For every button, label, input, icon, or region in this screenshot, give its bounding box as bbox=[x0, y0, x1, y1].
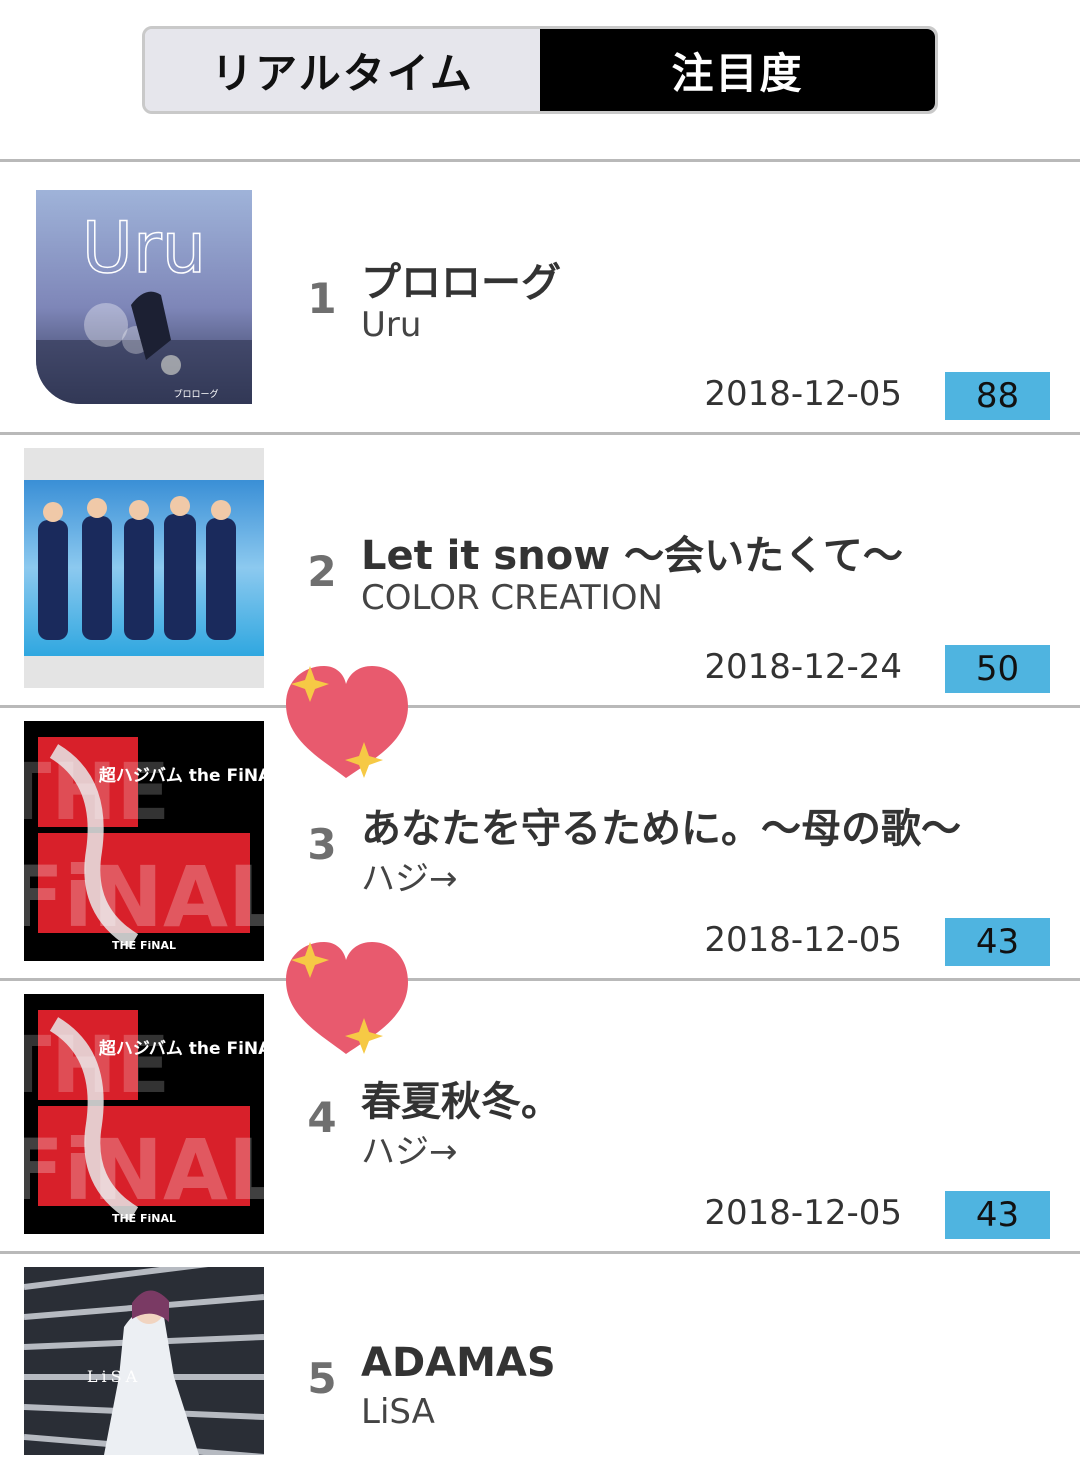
cover-title-text: Uru bbox=[82, 207, 206, 289]
song-title: ADAMAS bbox=[361, 1340, 556, 1386]
album-cover: THE FiNAL 超ハジバム the FiNAL。 THE FiNAL bbox=[24, 994, 264, 1234]
cover-title-text: LiSA bbox=[87, 1367, 141, 1386]
cover-subtitle-text: 超ハジバム the FiNAL。 bbox=[99, 1038, 264, 1059]
release-date: 2018-12-24 bbox=[704, 647, 902, 687]
cover-subtitle-text: 超ハジバム the FiNAL。 bbox=[99, 765, 264, 786]
ranking-row[interactable]: Uru プロローグ 1 プロローグ Uru 2018-12-05 88 bbox=[0, 159, 1080, 432]
album-cover: THE FiNAL 超ハジバム the FiNAL。 THE FiNAL bbox=[24, 721, 264, 961]
ranking-row[interactable]: LiSA 5 ADAMAS LiSA bbox=[0, 1251, 1080, 1457]
svg-text:FiNAL: FiNAL bbox=[24, 848, 264, 946]
song-title: プロローグ bbox=[361, 260, 561, 306]
artist-name: COLOR CREATION bbox=[361, 578, 663, 618]
release-date: 2018-12-05 bbox=[704, 374, 902, 414]
artist-name: ハジ→ bbox=[361, 1132, 458, 1172]
artist-name: ハジ→ bbox=[361, 859, 458, 899]
rank-number: 3 bbox=[307, 820, 337, 869]
album-cover: Uru プロローグ bbox=[36, 190, 252, 404]
artist-name: LiSA bbox=[361, 1392, 435, 1432]
rank-number: 4 bbox=[307, 1093, 337, 1142]
cover-title-text: THE FiNAL bbox=[112, 939, 176, 952]
cover-subtitle-text: プロローグ bbox=[173, 388, 218, 400]
rank-number: 5 bbox=[307, 1354, 337, 1403]
song-title: 春夏秋冬。 bbox=[361, 1079, 561, 1125]
artist-name: Uru bbox=[361, 305, 422, 345]
rank-number: 1 bbox=[307, 274, 337, 323]
score-badge: 43 bbox=[945, 1191, 1050, 1239]
svg-text:THE: THE bbox=[24, 748, 170, 838]
ranking-row[interactable]: 2 Let it snow 〜会いたくて〜 COLOR CREATION 201… bbox=[0, 432, 1080, 705]
ranking-mode-toggle: リアルタイム 注目度 bbox=[142, 26, 938, 114]
score-badge: 50 bbox=[945, 645, 1050, 693]
release-date: 2018-12-05 bbox=[704, 920, 902, 960]
ranking-row[interactable]: THE FiNAL 超ハジバム the FiNAL。 THE FiNAL 3 あ… bbox=[0, 705, 1080, 978]
song-title: Let it snow 〜会いたくて〜 bbox=[361, 533, 903, 579]
song-title: あなたを守るために。〜母の歌〜 bbox=[361, 806, 961, 852]
rank-number: 2 bbox=[307, 547, 337, 596]
tab-realtime[interactable]: リアルタイム bbox=[145, 29, 540, 111]
ranking-row[interactable]: THE FiNAL 超ハジバム the FiNAL。 THE FiNAL 4 春… bbox=[0, 978, 1080, 1251]
release-date: 2018-12-05 bbox=[704, 1193, 902, 1233]
score-badge: 43 bbox=[945, 918, 1050, 966]
ranking-list: Uru プロローグ 1 プロローグ Uru 2018-12-05 88 2 Le… bbox=[0, 159, 1080, 1457]
svg-text:THE: THE bbox=[24, 1021, 170, 1111]
cover-title-text: THE FiNAL bbox=[112, 1212, 176, 1225]
tab-attention[interactable]: 注目度 bbox=[540, 29, 935, 111]
album-cover: LiSA bbox=[24, 1267, 264, 1455]
svg-text:FiNAL: FiNAL bbox=[24, 1121, 264, 1219]
album-cover bbox=[24, 448, 264, 688]
score-badge: 88 bbox=[945, 372, 1050, 420]
